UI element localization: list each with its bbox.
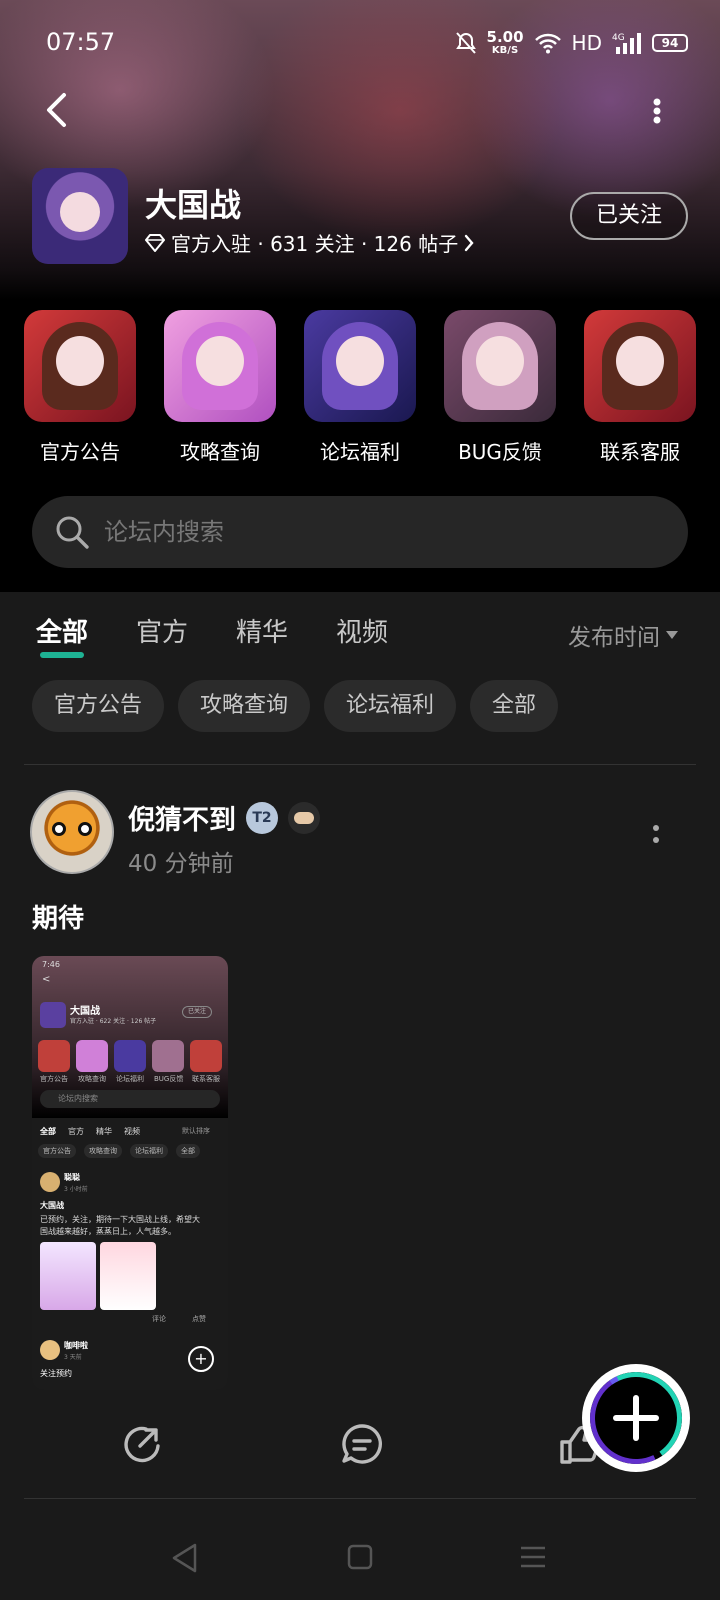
chip-welfare[interactable]: 论坛福利	[324, 680, 457, 732]
chevron-right-icon	[465, 234, 474, 251]
chevron-left-icon	[47, 93, 66, 127]
signal-icon: 4G	[612, 33, 641, 54]
mute-bell-icon	[455, 32, 476, 54]
shortcut-customer-service[interactable]: 联系客服	[584, 310, 696, 465]
shortcut-welfare[interactable]: 论坛福利	[304, 310, 416, 465]
chip-announcement[interactable]: 官方公告	[32, 680, 165, 732]
share-icon	[124, 1426, 160, 1463]
plus-icon	[613, 1395, 659, 1441]
status-time: 07:57	[46, 28, 116, 56]
comment-icon	[342, 1424, 382, 1464]
divider	[24, 1498, 696, 1499]
share-button[interactable]	[118, 1420, 166, 1468]
tab-featured[interactable]: 精华	[236, 612, 288, 652]
post-content: 期待	[32, 904, 85, 934]
thumb-search: 论坛内搜索	[40, 1090, 220, 1108]
status-bar: 07:57 5.00 KB/S HD 4G 94	[0, 0, 720, 80]
nav-menu-icon[interactable]	[518, 1542, 548, 1572]
bug-feedback-image	[444, 310, 556, 422]
comment-button[interactable]	[338, 1420, 386, 1468]
forum-header: 07:57 5.00 KB/S HD 4G 94 大国战 官方入驻 · 631 …	[0, 0, 720, 592]
hd-indicator: HD	[571, 31, 602, 55]
wifi-icon	[534, 33, 561, 54]
shortcut-row: 官方公告 攻略查询 论坛福利 BUG反馈 联系客服	[0, 310, 720, 465]
sort-label: 发布时间	[568, 625, 660, 651]
avatar[interactable]	[30, 790, 114, 874]
avatar-eye	[52, 822, 66, 836]
search-input[interactable]	[104, 518, 644, 546]
nav-back-icon[interactable]	[170, 1542, 200, 1574]
forum-announcement-image	[24, 310, 136, 422]
author-name: 倪猜不到	[128, 805, 236, 836]
strategy-image	[164, 310, 276, 422]
shortcut-bug-feedback[interactable]: BUG反馈	[444, 310, 556, 465]
search-icon	[56, 516, 89, 549]
tab-official[interactable]: 官方	[136, 612, 188, 652]
chip-all[interactable]: 全部	[470, 680, 559, 732]
svg-text:4G: 4G	[612, 33, 625, 43]
system-navigation-bar	[0, 1520, 720, 1600]
net-speed: 5.00 KB/S	[486, 28, 524, 57]
more-vertical-icon	[653, 98, 661, 124]
forum-avatar	[32, 168, 128, 264]
create-post-button[interactable]	[582, 1364, 690, 1472]
forum-meta[interactable]: 官方入驻 · 631 关注 · 126 帖子	[145, 228, 474, 257]
status-icons: 5.00 KB/S HD 4G 94	[455, 28, 688, 58]
forum-search-bar[interactable]	[32, 496, 688, 568]
chip-strategy[interactable]: 攻略查询	[178, 680, 311, 732]
battery-icon: 94	[652, 34, 688, 52]
nav-home-icon[interactable]	[346, 1542, 374, 1572]
divider	[24, 764, 696, 765]
forum-title: 大国战	[145, 186, 242, 224]
thumb-shortcuts	[38, 1040, 222, 1072]
category-chips: 官方公告 攻略查询 论坛福利 全部	[32, 680, 559, 732]
level-badge: T2	[246, 801, 278, 834]
shortcut-strategy[interactable]: 攻略查询	[164, 310, 276, 465]
caret-down-icon	[666, 631, 678, 639]
fab-ring	[590, 1372, 682, 1464]
customer-service-image	[584, 310, 696, 422]
post-timestamp: 40 分钟前	[128, 851, 234, 877]
sort-dropdown[interactable]: 发布时间	[568, 618, 678, 652]
tab-all[interactable]: 全部	[36, 612, 88, 658]
post-image[interactable]: 7:46 < 大国战 官方入驻 · 622 关注 · 126 帖子 已关注 官方…	[32, 956, 228, 1390]
shortcut-announcement[interactable]: 官方公告	[24, 310, 136, 465]
thumb-header: 7:46 < 大国战 官方入驻 · 622 关注 · 126 帖子 已关注 官方…	[32, 956, 228, 1118]
tab-video[interactable]: 视频	[336, 612, 388, 652]
post-more-button[interactable]	[646, 818, 666, 854]
welfare-image	[304, 310, 416, 422]
more-vertical-icon	[653, 825, 659, 843]
thumb-forum-avatar	[40, 1002, 66, 1028]
more-options-button[interactable]	[642, 94, 672, 128]
diamond-icon	[145, 233, 165, 252]
feed-tabs: 全部 官方 精华 视频	[36, 612, 388, 658]
avatar-eye	[78, 822, 92, 836]
back-button[interactable]	[34, 88, 78, 132]
post-author[interactable]: 倪猜不到 T2	[128, 798, 320, 837]
emoji-badge-icon	[288, 801, 320, 834]
followed-button[interactable]: 已关注	[570, 192, 688, 240]
forum-meta-text: 官方入驻 · 631 关注 · 126 帖子	[171, 232, 459, 256]
